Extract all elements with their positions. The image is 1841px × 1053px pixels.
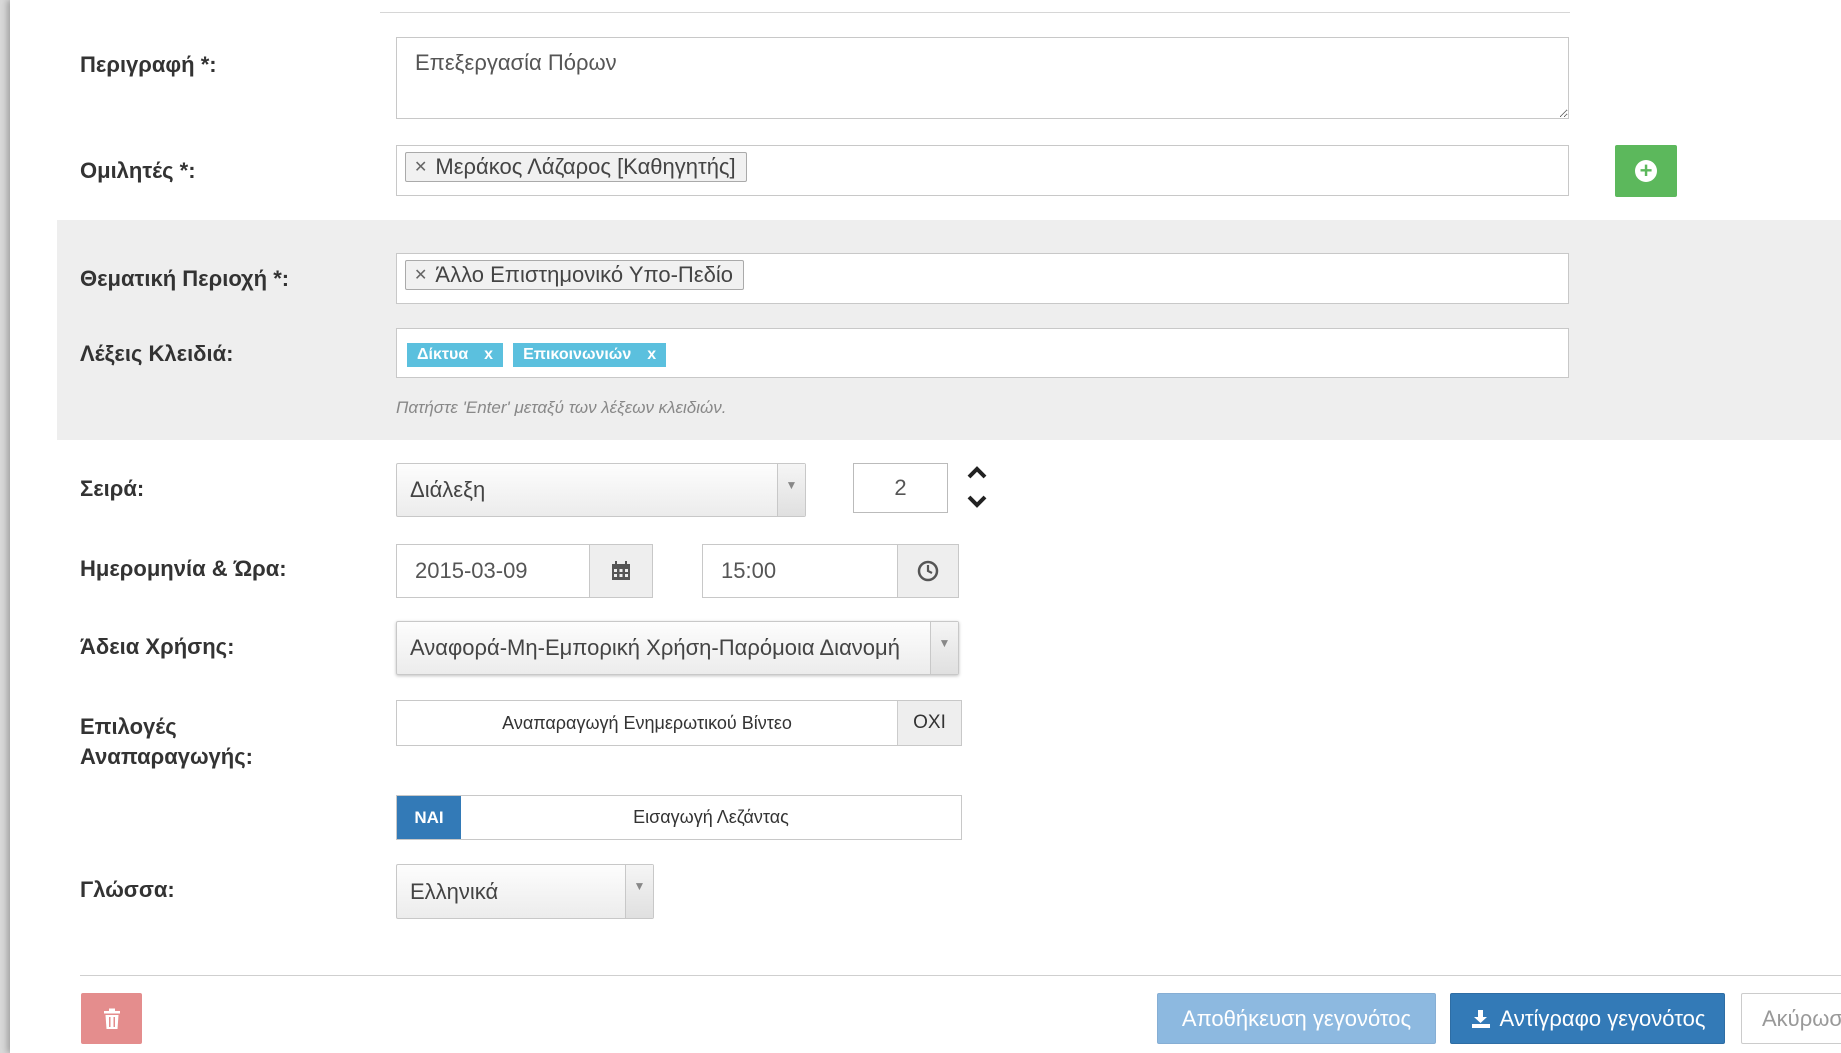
clock-icon: [917, 560, 939, 582]
caption-toggle-state: ΝΑΙ: [397, 796, 461, 839]
caption-toggle[interactable]: ΝΑΙ Εισαγωγή Λεζάντας: [396, 795, 962, 840]
subject-area-chip: ✕ Άλλο Επιστημονικό Υπο-Πεδίο: [405, 260, 744, 290]
cancel-button[interactable]: Ακύρωση: [1741, 993, 1841, 1044]
clock-button[interactable]: [897, 544, 959, 598]
top-divider: [380, 0, 1570, 13]
speaker-chip-label: Μεράκος Λάζαρος [Καθηγητής]: [435, 154, 736, 179]
remove-tag-icon[interactable]: x: [484, 346, 493, 364]
series-number-input[interactable]: 2: [853, 463, 948, 513]
event-form-page: Περιγραφή *: Επεξεργασία Πόρων Ομιλητές …: [10, 0, 1841, 1053]
language-selected-value: Ελληνικά: [410, 878, 499, 904]
subject-area-input[interactable]: ✕ Άλλο Επιστημονικό Υπο-Πεδίο: [396, 253, 1569, 304]
delete-button[interactable]: [81, 993, 142, 1044]
caption-toggle-label: Εισαγωγή Λεζάντας: [633, 807, 789, 827]
keyword-tag: Δίκτυα x: [407, 343, 504, 367]
copy-icon: [1471, 1009, 1490, 1028]
keywords-input[interactable]: Δίκτυα x Επικοινωνιών x: [396, 328, 1569, 378]
keyword-tag-label: Δίκτυα: [417, 346, 469, 363]
plus-circle-icon: +: [1635, 160, 1657, 182]
license-select[interactable]: Αναφορά-Μη-Εμπορική Χρήση-Παρόμοια Διανο…: [396, 621, 959, 675]
keyword-tag-label: Επικοινωνιών: [523, 346, 632, 363]
remove-chip-icon[interactable]: ✕: [414, 265, 427, 285]
add-speaker-button[interactable]: +: [1615, 145, 1677, 197]
description-textarea[interactable]: Επεξεργασία Πόρων: [396, 37, 1569, 119]
playback-label-line1: Επιλογές: [80, 714, 177, 739]
time-input[interactable]: 15:00: [702, 544, 898, 598]
series-select[interactable]: Διάλεξη ▼: [396, 463, 806, 517]
save-event-label: Αποθήκευση γεγονότος: [1181, 1005, 1412, 1031]
copy-event-label: Αντίγραφο γεγονότος: [1499, 1005, 1706, 1031]
info-video-toggle[interactable]: Αναπαραγωγή Ενημερωτικού Βίντεο ΟΧΙ: [396, 700, 962, 746]
subject-area-chip-label: Άλλο Επιστημονικό Υπο-Πεδίο: [435, 262, 733, 287]
series-selected-value: Διάλεξη: [410, 477, 486, 502]
calendar-icon: [612, 561, 630, 580]
info-video-toggle-label: Αναπαραγωγή Ενημερωτικού Βίντεο: [502, 712, 792, 733]
speakers-label: Ομιλητές *:: [80, 158, 196, 183]
series-label: Σειρά:: [80, 476, 145, 501]
speakers-input[interactable]: ✕ Μεράκος Λάζαρος [Καθηγητής]: [396, 145, 1569, 196]
license-label: Άδεια Χρήσης:: [80, 634, 235, 659]
footer-divider: [80, 975, 1841, 976]
trash-icon: [103, 1008, 120, 1029]
keywords-label: Λέξεις Κλειδιά:: [80, 341, 234, 366]
language-label: Γλώσσα:: [80, 877, 175, 902]
chevron-up-icon: [967, 466, 987, 479]
remove-tag-icon[interactable]: x: [647, 346, 656, 364]
info-video-toggle-state: ΟΧΙ: [897, 701, 961, 745]
chevron-down-icon: [967, 495, 987, 508]
keyword-tag: Επικοινωνιών x: [513, 343, 667, 367]
speaker-chip: ✕ Μεράκος Λάζαρος [Καθηγητής]: [405, 152, 747, 182]
datetime-label: Ημερομηνία & Ώρα:: [80, 556, 287, 581]
save-event-button[interactable]: Αποθήκευση γεγονότος: [1157, 993, 1436, 1044]
cancel-label: Ακύρωση: [1762, 1005, 1841, 1031]
remove-chip-icon[interactable]: ✕: [414, 157, 427, 177]
language-select[interactable]: Ελληνικά ▼: [396, 864, 654, 919]
chevron-down-icon: ▼: [777, 464, 805, 516]
spinner-arrows[interactable]: [965, 463, 989, 513]
calendar-button[interactable]: [589, 544, 653, 598]
description-label: Περιγραφή *:: [80, 52, 217, 77]
subject-area-label: Θεματική Περιοχή *:: [80, 266, 290, 291]
chevron-down-icon: ▼: [930, 622, 958, 674]
keywords-hint: Πατήστε 'Enter' μεταξύ των λέξεων κλειδι…: [396, 398, 727, 417]
chevron-down-icon: ▼: [625, 865, 653, 918]
license-selected-value: Αναφορά-Μη-Εμπορική Χρήση-Παρόμοια Διανο…: [410, 635, 900, 660]
copy-event-button[interactable]: Αντίγραφο γεγονότος: [1450, 993, 1725, 1044]
playback-label-line2: Αναπαραγωγής:: [80, 744, 253, 769]
date-input[interactable]: 2015-03-09: [396, 544, 590, 598]
